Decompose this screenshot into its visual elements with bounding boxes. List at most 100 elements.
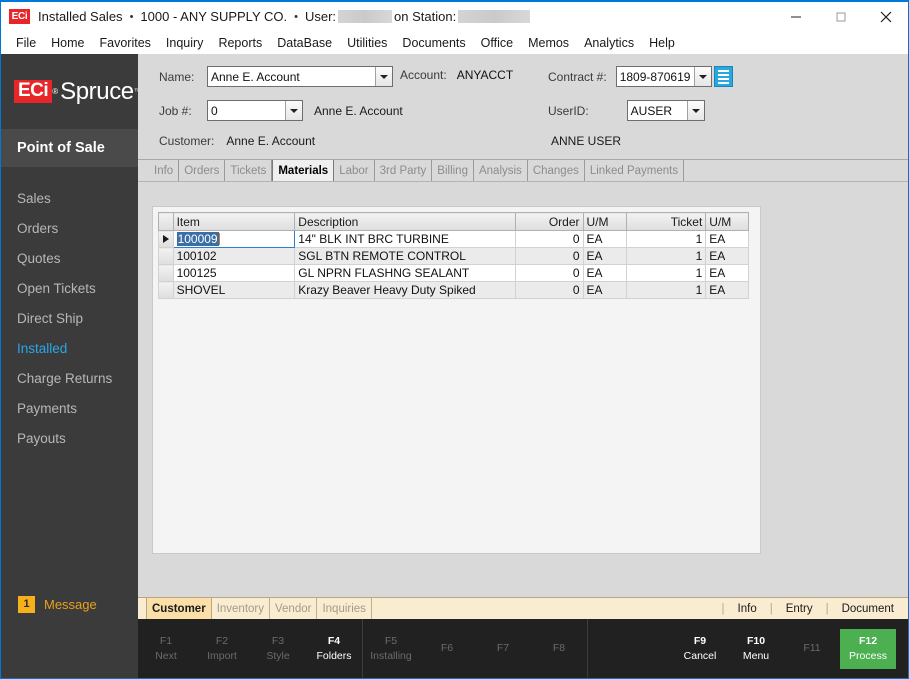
row-selector[interactable] xyxy=(158,247,174,265)
minimize-button[interactable] xyxy=(773,2,818,31)
grid-col-description[interactable]: Description xyxy=(294,212,516,231)
menu-item-favorites[interactable]: Favorites xyxy=(93,34,159,52)
context-tab-inventory[interactable]: Inventory xyxy=(212,598,270,619)
chevron-down-icon[interactable] xyxy=(686,101,704,120)
tab-analysis[interactable]: Analysis xyxy=(474,160,528,181)
sidebar-item-direct-ship[interactable]: Direct Ship xyxy=(1,303,138,333)
cell-order-um[interactable]: EA xyxy=(582,230,628,248)
chevron-down-icon[interactable] xyxy=(693,67,711,86)
grid-col-ticket-um[interactable]: U/M xyxy=(705,212,749,231)
cell-order-um[interactable]: EA xyxy=(582,247,628,265)
menu-item-documents[interactable]: Documents xyxy=(395,34,473,52)
tab-materials[interactable]: Materials xyxy=(272,160,335,181)
sidebar-item-payments[interactable]: Payments xyxy=(1,393,138,423)
row-selector[interactable] xyxy=(158,230,174,248)
context-link-document[interactable]: Document xyxy=(842,603,894,615)
job-combo[interactable]: 0 xyxy=(207,100,303,121)
context-tab-customer[interactable]: Customer xyxy=(146,598,212,619)
cell-description[interactable]: GL NPRN FLASHNG SEALANT xyxy=(294,264,516,282)
grid-col-order-um[interactable]: U/M xyxy=(582,212,628,231)
menu-item-memos[interactable]: Memos xyxy=(521,34,577,52)
row-selector[interactable] xyxy=(158,264,174,282)
cell-ticket[interactable]: 1 xyxy=(626,230,707,248)
function-key-f5[interactable]: F5 Installing xyxy=(363,626,419,672)
cell-order-um[interactable]: EA xyxy=(582,281,628,299)
chevron-down-icon[interactable] xyxy=(285,101,302,120)
cell-description[interactable]: Krazy Beaver Heavy Duty Spiked xyxy=(294,281,516,299)
userid-combo[interactable]: AUSER xyxy=(626,100,705,121)
function-key-f9[interactable]: F9 Cancel xyxy=(672,626,728,672)
tab-changes[interactable]: Changes xyxy=(528,160,585,181)
row-selector[interactable] xyxy=(158,281,174,299)
function-key-f8[interactable]: F8 xyxy=(531,626,587,672)
chevron-down-icon[interactable] xyxy=(375,67,392,86)
contract-list-button[interactable] xyxy=(713,66,733,87)
tab-billing[interactable]: Billing xyxy=(432,160,474,181)
cell-item[interactable]: 100102 xyxy=(172,247,296,265)
contract-combo[interactable]: 1809-870619 xyxy=(615,66,712,87)
table-row[interactable]: 100125 GL NPRN FLASHNG SEALANT 0 EA 1 EA xyxy=(158,264,749,282)
sidebar-item-open-tickets[interactable]: Open Tickets xyxy=(1,273,138,303)
function-key-f4[interactable]: F4 Folders xyxy=(306,626,362,672)
cell-item[interactable]: 100009 xyxy=(172,230,296,248)
cell-order[interactable]: 0 xyxy=(514,281,584,299)
cell-order[interactable]: 0 xyxy=(514,264,584,282)
cell-order-um[interactable]: EA xyxy=(582,264,628,282)
menu-item-utilities[interactable]: Utilities xyxy=(340,34,395,52)
tab-orders[interactable]: Orders xyxy=(179,160,226,181)
sidebar-item-orders[interactable]: Orders xyxy=(1,213,138,243)
cell-ticket-um[interactable]: EA xyxy=(705,247,749,265)
function-key-f12-process[interactable]: F12 Process xyxy=(840,628,896,669)
function-key-f1[interactable]: F1 Next xyxy=(138,626,194,672)
function-key-f2[interactable]: F2 Import xyxy=(194,626,250,672)
menu-item-help[interactable]: Help xyxy=(642,34,683,52)
close-button[interactable] xyxy=(863,2,908,31)
menu-item-inquiry[interactable]: Inquiry xyxy=(159,34,212,52)
contract-value[interactable]: 1809-870619 xyxy=(616,67,694,86)
name-value[interactable]: Anne E. Account xyxy=(208,67,375,86)
cell-description[interactable]: 14" BLK INT BRC TURBINE xyxy=(294,230,516,248)
function-key-f7[interactable]: F7 xyxy=(475,626,531,672)
menu-item-office[interactable]: Office xyxy=(474,34,521,52)
cell-item[interactable]: 100125 xyxy=(172,264,296,282)
cell-item[interactable]: SHOVEL xyxy=(172,281,296,299)
name-combo[interactable]: Anne E. Account xyxy=(207,66,393,87)
menu-item-analytics[interactable]: Analytics xyxy=(577,34,642,52)
table-row[interactable]: SHOVEL Krazy Beaver Heavy Duty Spiked 0 … xyxy=(158,281,749,299)
sidebar-item-payouts[interactable]: Payouts xyxy=(1,423,138,453)
grid-col-ticket[interactable]: Ticket xyxy=(626,212,707,231)
tab-tickets[interactable]: Tickets xyxy=(225,160,273,181)
function-key-f6[interactable]: F6 xyxy=(419,626,475,672)
sidebar-item-installed[interactable]: Installed xyxy=(1,333,138,363)
tab-labor[interactable]: Labor xyxy=(334,160,375,181)
function-key-f11[interactable]: F11 xyxy=(784,626,840,672)
cell-description[interactable]: SGL BTN REMOTE CONTROL xyxy=(294,247,516,265)
cell-ticket[interactable]: 1 xyxy=(626,264,707,282)
cell-order[interactable]: 0 xyxy=(514,247,584,265)
tab-info[interactable]: Info xyxy=(149,160,180,181)
table-row[interactable]: 100102 SGL BTN REMOTE CONTROL 0 EA 1 EA xyxy=(158,247,749,265)
tab-3rd-party[interactable]: 3rd Party xyxy=(375,160,433,181)
sidebar-item-sales[interactable]: Sales xyxy=(1,183,138,213)
menu-item-database[interactable]: DataBase xyxy=(270,34,340,52)
cell-ticket[interactable]: 1 xyxy=(626,281,707,299)
menu-item-home[interactable]: Home xyxy=(44,34,92,52)
maximize-button[interactable] xyxy=(818,2,863,31)
sidebar-item-quotes[interactable]: Quotes xyxy=(1,243,138,273)
sidebar-item-charge-returns[interactable]: Charge Returns xyxy=(1,363,138,393)
cell-ticket-um[interactable]: EA xyxy=(705,264,749,282)
cell-order[interactable]: 0 xyxy=(514,230,584,248)
message-indicator[interactable]: 1 Message xyxy=(1,589,138,619)
context-tab-inquiries[interactable]: Inquiries xyxy=(317,598,372,619)
cell-ticket[interactable]: 1 xyxy=(626,247,707,265)
cell-ticket-um[interactable]: EA xyxy=(705,230,749,248)
job-value[interactable]: 0 xyxy=(208,101,285,120)
grid-col-item[interactable]: Item xyxy=(172,212,296,231)
menu-item-reports[interactable]: Reports xyxy=(211,34,270,52)
context-link-info[interactable]: Info xyxy=(738,603,757,615)
menu-item-file[interactable]: File xyxy=(9,34,44,52)
function-key-f10[interactable]: F10 Menu xyxy=(728,626,784,672)
context-tab-vendor[interactable]: Vendor xyxy=(270,598,318,619)
function-key-f3[interactable]: F3 Style xyxy=(250,626,306,672)
userid-value[interactable]: AUSER xyxy=(627,101,687,120)
